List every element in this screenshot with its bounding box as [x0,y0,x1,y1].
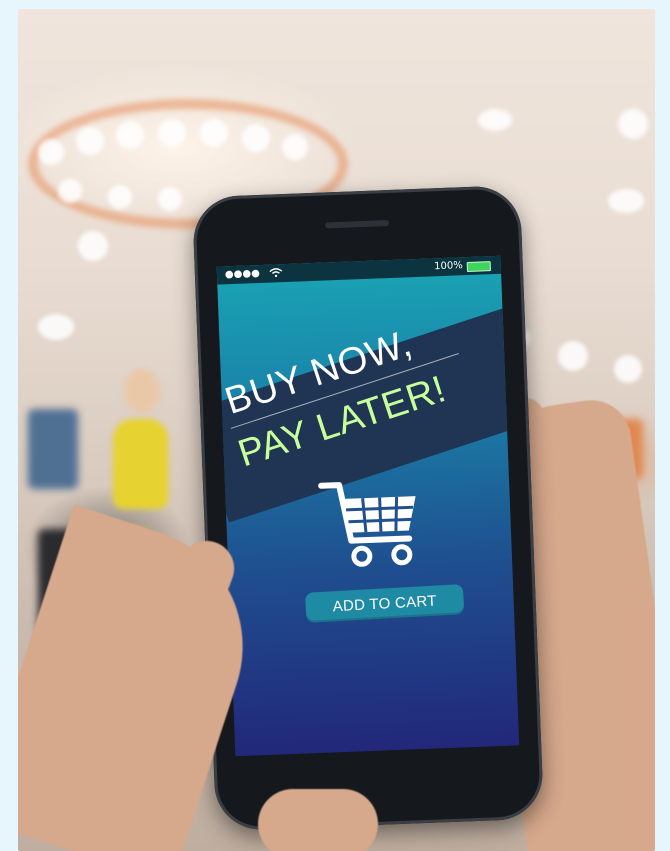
shopping-cart-icon [318,482,416,567]
bokeh-light [200,119,228,147]
smartphone: ●●●● 100% BUY NOW, PAY LATER! ADD TO CAR… [191,184,545,832]
bokeh-light [158,187,182,211]
bokeh-light [614,355,642,383]
bokeh-light [478,109,512,131]
bokeh-light [108,185,132,209]
bokeh-light [116,121,144,149]
left-fingers [258,789,378,851]
photo-background: ●●●● 100% BUY NOW, PAY LATER! ADD TO CAR… [18,9,655,851]
bokeh-light [58,179,82,203]
signal-icon: ●●●● [224,267,261,281]
mannequin-dress [113,419,168,509]
phone-screen: ●●●● 100% BUY NOW, PAY LATER! ADD TO CAR… [216,255,520,757]
phone-speaker [325,219,390,229]
bokeh-light [282,134,308,160]
bokeh-light [38,139,64,165]
mannequin-head [124,369,160,413]
bokeh-light [608,189,644,213]
bokeh-light [242,124,270,152]
bokeh-light [76,127,104,155]
bokeh-light [78,231,108,261]
bokeh-light [558,341,588,371]
bokeh-light [618,109,648,139]
bokeh-light [38,314,74,340]
battery-icon [466,261,491,273]
bokeh-light [158,119,186,147]
clothing-rack-item [28,409,78,489]
